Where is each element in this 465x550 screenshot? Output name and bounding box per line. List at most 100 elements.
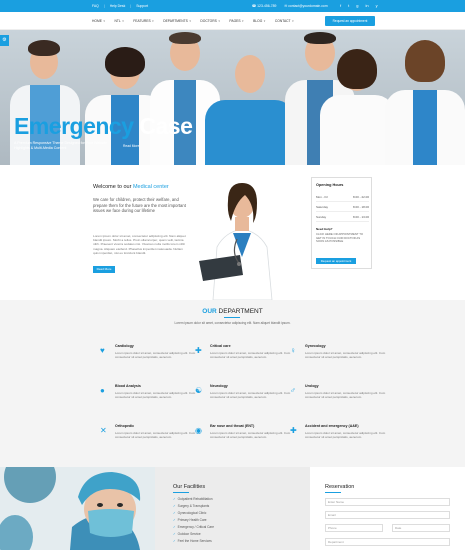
welcome-title: Welcome to our Medical center bbox=[93, 184, 169, 190]
settings-gear-icon[interactable]: ⚙ bbox=[0, 35, 9, 46]
department-card[interactable]: ✕ Orthopedic Lorem ipsum dolor sit amet, c… bbox=[100, 424, 200, 440]
welcome-intro: We care for children, protect their welf… bbox=[93, 197, 186, 214]
department-text: Lorem ipsum dolor sit amet, consectetur … bbox=[305, 351, 386, 360]
hero-read-more-link[interactable]: Read More bbox=[123, 144, 139, 148]
reservation-title: Reservation bbox=[325, 484, 355, 490]
hours-appointment-button[interactable]: Request an appointment bbox=[316, 258, 356, 264]
support-link[interactable]: Support bbox=[136, 4, 148, 8]
facility-item[interactable]: ✓ Emergency / Critical Care bbox=[173, 525, 214, 529]
top-contact: ☎ 123-456-789 ✉ contact@yourdomain.com bbox=[252, 4, 328, 8]
department-text: Lorem ipsum dolor sit amet, consectetur … bbox=[305, 431, 386, 440]
nav-item-home[interactable]: HOME▼ bbox=[92, 19, 105, 23]
department-name: Gynecology bbox=[305, 344, 326, 348]
department-card[interactable]: ● Blood Analysis Lorem ipsum dolor sit ame… bbox=[100, 384, 200, 400]
nav-menu: HOME▼ NTL▼ FEATURES▼ DEPARTMENTS▼ DOCTOR… bbox=[92, 19, 294, 23]
twitter-icon[interactable]: t bbox=[348, 3, 349, 8]
need-help-note: CLICK HERE OR APPOINTMENT TO GET IN TOUC… bbox=[316, 232, 364, 244]
ambulance-icon: ✚ bbox=[290, 426, 297, 435]
department-name: Neurology bbox=[210, 384, 228, 388]
request-appointment-button[interactable]: Request an appointment bbox=[325, 16, 375, 26]
youtube-icon[interactable]: y bbox=[376, 3, 378, 8]
email-input[interactable]: Email bbox=[325, 511, 450, 519]
title-divider bbox=[325, 492, 341, 493]
welcome-body: Lorem ipsum dolor sit amet, consectetur … bbox=[93, 234, 186, 255]
ear-icon: ◉ bbox=[195, 426, 202, 435]
email-text[interactable]: ✉ contact@yourdomain.com bbox=[284, 4, 327, 8]
hours-row: Sunday 8.00 - 13.00 bbox=[316, 215, 369, 222]
department-text: Lorem ipsum dolor sit amet, consectetur … bbox=[115, 391, 196, 400]
nav-item-doctors[interactable]: DOCTORS▼ bbox=[200, 19, 220, 23]
department-text: Lorem ipsum dolor sit amet, consectetur … bbox=[305, 391, 386, 400]
kidney-icon: ♂ bbox=[290, 386, 296, 395]
facility-item[interactable]: ✓ Gynecological Clinic bbox=[173, 511, 206, 515]
doctor-image bbox=[199, 183, 273, 300]
surgeon-image bbox=[0, 467, 155, 550]
department-card[interactable]: ♂ Urology Lorem ipsum dolor sit amet, cons… bbox=[290, 384, 390, 400]
department-subtitle: Lorem ipsum dolor sit amet, consectetur … bbox=[174, 321, 291, 325]
department-name: Cardiology bbox=[115, 344, 134, 348]
cardiology-icon: ♥ bbox=[100, 346, 105, 355]
department-text: Lorem ipsum dolor sit amet, consectetur … bbox=[115, 351, 196, 360]
facilities-title: Our Facilities bbox=[173, 484, 206, 490]
department-text: Lorem ipsum dolor sit amet, consectetur … bbox=[115, 431, 196, 440]
need-help-label: Need Help? bbox=[316, 227, 333, 231]
nav-item-ntl[interactable]: NTL▼ bbox=[114, 19, 124, 23]
faq-link[interactable]: FAQ bbox=[92, 4, 99, 8]
gynecology-icon: ♀ bbox=[290, 346, 296, 355]
department-card[interactable]: ♥ Cardiology Lorem ipsum dolor sit amet, c… bbox=[100, 344, 200, 360]
facilities-panel: Our Facilities ✓ Outpatient Rehabilitatio… bbox=[155, 467, 310, 550]
department-card[interactable]: ✚ Critical care Lorem ipsum dolor sit amet… bbox=[195, 344, 295, 360]
department-section: OUR DEPARTMENT Lorem ipsum dolor sit ame… bbox=[0, 300, 465, 467]
hero-title: Emergency Case bbox=[14, 113, 193, 139]
department-name: Orthopedic bbox=[115, 424, 135, 428]
help-desk-link[interactable]: Help Desk bbox=[110, 4, 126, 8]
department-card[interactable]: ☯ Neurology Lorem ipsum dolor sit amet, co… bbox=[195, 384, 295, 400]
bone-icon: ✕ bbox=[100, 426, 107, 435]
facility-item[interactable]: ✓ Primary Health Care bbox=[173, 518, 207, 522]
linkedin-icon[interactable]: in bbox=[365, 3, 368, 8]
social-icons: f t g in y bbox=[340, 3, 378, 8]
blood-drop-icon: ● bbox=[100, 386, 105, 395]
bottom-section: Our Facilities ✓ Outpatient Rehabilitatio… bbox=[0, 467, 465, 550]
nav-item-contact[interactable]: CONTACT▼ bbox=[275, 19, 294, 23]
hours-row: Saturday 8.00 - 18.00 bbox=[316, 205, 369, 212]
nav-item-departments[interactable]: DEPARTMENTS▼ bbox=[163, 19, 191, 23]
phone-text: ☎ 123-456-789 bbox=[252, 4, 277, 8]
department-card[interactable]: ✚ Accident and emergency (A&E) Lorem ipsum… bbox=[290, 424, 390, 440]
main-nav: HOME▼ NTL▼ FEATURES▼ DEPARTMENTS▼ DOCTOR… bbox=[0, 12, 465, 30]
nav-item-features[interactable]: FEATURES▼ bbox=[133, 19, 154, 23]
reservation-panel: Reservation Enter Name Email Phone Date … bbox=[310, 467, 465, 550]
department-text: Lorem ipsum dolor sit amet, consectetur … bbox=[210, 391, 291, 400]
department-select[interactable]: Department bbox=[325, 538, 450, 546]
facility-item[interactable]: ✓ Feel the Home Services bbox=[173, 539, 212, 543]
brain-icon: ☯ bbox=[195, 386, 203, 395]
facility-item[interactable]: ✓ Surgery & Transplants bbox=[173, 504, 209, 508]
department-card[interactable]: ♀ Gynecology Lorem ipsum dolor sit amet, c… bbox=[290, 344, 390, 360]
nav-item-pages[interactable]: PAGES▼ bbox=[229, 19, 244, 23]
facility-item[interactable]: ✓ Outdoor Service bbox=[173, 532, 201, 536]
date-input[interactable]: Date bbox=[392, 524, 450, 532]
hero-slider: Emergency Case A Premium Responsive Them… bbox=[0, 30, 465, 165]
staff-figure bbox=[385, 40, 465, 165]
google-icon[interactable]: g bbox=[356, 3, 358, 8]
title-divider bbox=[173, 492, 189, 493]
facility-item[interactable]: ✓ Outpatient Rehabilitation bbox=[173, 497, 213, 501]
top-bar: FAQ | Help Desk | Support ☎ 123-456-789 … bbox=[0, 0, 465, 12]
critical-care-icon: ✚ bbox=[195, 346, 202, 355]
department-name: Urology bbox=[305, 384, 319, 388]
phone-input[interactable]: Phone bbox=[325, 524, 383, 532]
hero-subtitle: A Premium Responsive Theme Designed for … bbox=[14, 141, 107, 151]
department-title: OUR DEPARTMENT bbox=[202, 308, 263, 315]
opening-hours-title: Opening Hours bbox=[316, 183, 344, 187]
title-divider bbox=[224, 317, 240, 318]
welcome-read-more-button[interactable]: Read More bbox=[93, 266, 115, 273]
department-text: Lorem ipsum dolor sit amet, consectetur … bbox=[210, 351, 291, 360]
hours-row: Mon - Fri 8.00 - 22.00 bbox=[316, 195, 369, 202]
facebook-icon[interactable]: f bbox=[340, 3, 341, 8]
department-name: Blood Analysis bbox=[115, 384, 141, 388]
name-input[interactable]: Enter Name bbox=[325, 498, 450, 506]
top-links: FAQ | Help Desk | Support bbox=[92, 4, 149, 8]
department-card[interactable]: ◉ Ear nose and throat (ENT) Lorem ipsum do… bbox=[195, 424, 295, 439]
opening-hours-box: Opening Hours Mon - Fri 8.00 - 22.00 Satu… bbox=[311, 177, 372, 269]
nav-item-blog[interactable]: BLOG▼ bbox=[253, 19, 266, 23]
